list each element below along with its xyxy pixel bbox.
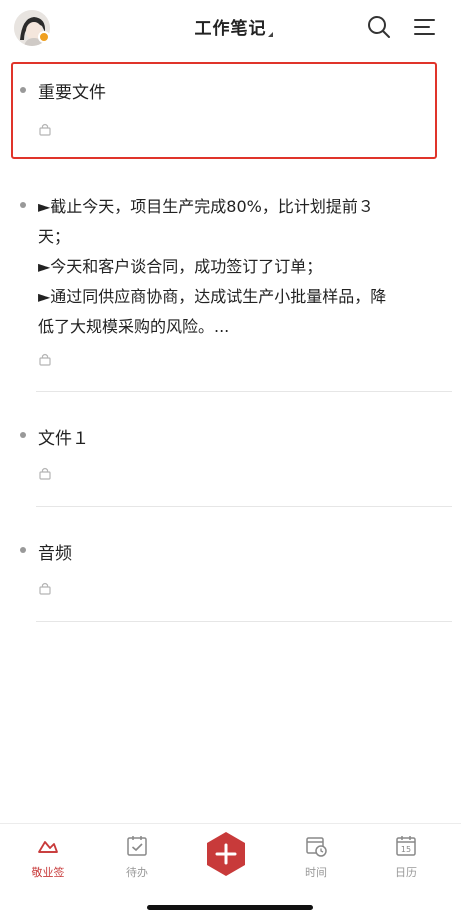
lock-icon: [39, 467, 51, 480]
bullet-dot-icon: [20, 547, 26, 553]
note-line: 低了大规模采购的风险。...: [38, 317, 230, 336]
note-line: ►截止今天，项目生产完成80%，比计划提前３: [38, 197, 374, 216]
highlight-box: [11, 62, 437, 159]
tab-label: 时间: [305, 866, 327, 879]
tab-label: 待办: [126, 866, 148, 879]
tab-label: 敬业签: [31, 866, 65, 879]
tab-jingyeqian[interactable]: 敬业签: [3, 824, 93, 894]
note-title: 文件１: [38, 429, 89, 449]
notes-home-icon: [38, 841, 58, 853]
app-header: 工作笔记: [0, 0, 461, 56]
home-indicator: [147, 905, 313, 910]
divider: [36, 391, 452, 392]
tab-label: 日历: [395, 866, 417, 879]
calendar-icon: 15: [396, 836, 416, 856]
bullet-dot-icon: [20, 202, 26, 208]
menu-icon: [414, 19, 435, 35]
note-line: ►今天和客户谈合同，成功签订了订单；: [38, 257, 323, 276]
checklist-icon: [127, 836, 147, 856]
note-title: 音频: [38, 544, 72, 564]
note-item[interactable]: ►截止今天，项目生产完成80%，比计划提前３ 天； ►今天和客户谈合同，成功签订…: [0, 190, 461, 390]
note-item[interactable]: 音频: [0, 535, 461, 615]
note-line: 天；: [38, 227, 71, 246]
note-body: ►截止今天，项目生产完成80%，比计划提前３ 天； ►今天和客户谈合同，成功签订…: [38, 192, 428, 342]
note-line: ►通过同供应商协商，达成试生产小批量样品，降: [38, 287, 387, 306]
divider: [36, 621, 452, 622]
calendar-day-text: 15: [401, 845, 411, 854]
search-icon: [368, 16, 390, 38]
bullet-dot-icon: [20, 432, 26, 438]
add-button[interactable]: [203, 831, 249, 877]
page-title[interactable]: 工作笔记: [195, 19, 267, 39]
plus-icon: [207, 832, 245, 876]
note-item[interactable]: 文件１: [0, 420, 461, 500]
clock-calendar-icon: [306, 837, 327, 857]
tab-todo[interactable]: 待办: [92, 824, 182, 894]
tab-time[interactable]: 时间: [271, 824, 361, 894]
lock-icon: [39, 582, 51, 595]
dropdown-caret-icon[interactable]: [268, 32, 273, 37]
menu-button[interactable]: [412, 14, 438, 40]
search-button[interactable]: [366, 14, 392, 40]
lock-icon: [39, 353, 51, 366]
tab-calendar[interactable]: 15 日历: [361, 824, 451, 894]
divider: [36, 506, 452, 507]
